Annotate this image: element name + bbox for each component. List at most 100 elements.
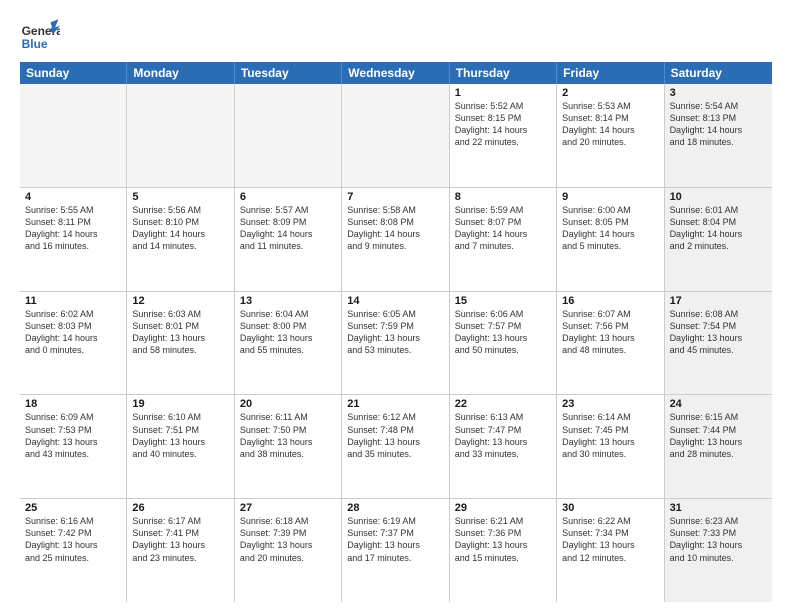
day-number: 13: [240, 295, 336, 307]
calendar-day-7: 7Sunrise: 5:58 AM Sunset: 8:08 PM Daylig…: [342, 188, 449, 291]
day-info: Sunrise: 5:58 AM Sunset: 8:08 PM Dayligh…: [347, 204, 443, 253]
calendar-day-27: 27Sunrise: 6:18 AM Sunset: 7:39 PM Dayli…: [235, 499, 342, 602]
day-number: 10: [670, 191, 767, 203]
day-info: Sunrise: 6:19 AM Sunset: 7:37 PM Dayligh…: [347, 515, 443, 564]
day-number: 11: [25, 295, 121, 307]
calendar-day-13: 13Sunrise: 6:04 AM Sunset: 8:00 PM Dayli…: [235, 292, 342, 395]
header-cell-thursday: Thursday: [450, 62, 557, 84]
logo-icon: General Blue: [20, 16, 60, 56]
day-info: Sunrise: 6:17 AM Sunset: 7:41 PM Dayligh…: [132, 515, 228, 564]
day-number: 26: [132, 502, 228, 514]
day-number: 16: [562, 295, 658, 307]
day-number: 25: [25, 502, 121, 514]
day-number: 4: [25, 191, 121, 203]
day-info: Sunrise: 6:22 AM Sunset: 7:34 PM Dayligh…: [562, 515, 658, 564]
day-number: 8: [455, 191, 551, 203]
day-number: 17: [670, 295, 767, 307]
day-info: Sunrise: 6:23 AM Sunset: 7:33 PM Dayligh…: [670, 515, 767, 564]
calendar-day-31: 31Sunrise: 6:23 AM Sunset: 7:33 PM Dayli…: [665, 499, 772, 602]
calendar-day-21: 21Sunrise: 6:12 AM Sunset: 7:48 PM Dayli…: [342, 395, 449, 498]
calendar-day-10: 10Sunrise: 6:01 AM Sunset: 8:04 PM Dayli…: [665, 188, 772, 291]
day-info: Sunrise: 6:01 AM Sunset: 8:04 PM Dayligh…: [670, 204, 767, 253]
day-info: Sunrise: 6:04 AM Sunset: 8:00 PM Dayligh…: [240, 308, 336, 357]
header-cell-wednesday: Wednesday: [342, 62, 449, 84]
calendar-day-2: 2Sunrise: 5:53 AM Sunset: 8:14 PM Daylig…: [557, 84, 664, 187]
day-info: Sunrise: 6:10 AM Sunset: 7:51 PM Dayligh…: [132, 411, 228, 460]
calendar-body: 1Sunrise: 5:52 AM Sunset: 8:15 PM Daylig…: [20, 84, 772, 602]
day-info: Sunrise: 6:09 AM Sunset: 7:53 PM Dayligh…: [25, 411, 121, 460]
calendar-day-empty-0-1: [127, 84, 234, 187]
day-number: 22: [455, 398, 551, 410]
calendar-day-11: 11Sunrise: 6:02 AM Sunset: 8:03 PM Dayli…: [20, 292, 127, 395]
calendar-week-3: 18Sunrise: 6:09 AM Sunset: 7:53 PM Dayli…: [20, 395, 772, 499]
day-info: Sunrise: 6:11 AM Sunset: 7:50 PM Dayligh…: [240, 411, 336, 460]
day-info: Sunrise: 5:52 AM Sunset: 8:15 PM Dayligh…: [455, 100, 551, 149]
calendar-day-empty-0-3: [342, 84, 449, 187]
calendar-week-0: 1Sunrise: 5:52 AM Sunset: 8:15 PM Daylig…: [20, 84, 772, 188]
calendar-day-15: 15Sunrise: 6:06 AM Sunset: 7:57 PM Dayli…: [450, 292, 557, 395]
calendar-day-empty-0-2: [235, 84, 342, 187]
day-info: Sunrise: 5:59 AM Sunset: 8:07 PM Dayligh…: [455, 204, 551, 253]
day-number: 28: [347, 502, 443, 514]
day-number: 31: [670, 502, 767, 514]
day-info: Sunrise: 6:05 AM Sunset: 7:59 PM Dayligh…: [347, 308, 443, 357]
day-info: Sunrise: 6:00 AM Sunset: 8:05 PM Dayligh…: [562, 204, 658, 253]
day-info: Sunrise: 6:06 AM Sunset: 7:57 PM Dayligh…: [455, 308, 551, 357]
logo: General Blue: [20, 16, 64, 56]
day-info: Sunrise: 6:18 AM Sunset: 7:39 PM Dayligh…: [240, 515, 336, 564]
day-info: Sunrise: 6:08 AM Sunset: 7:54 PM Dayligh…: [670, 308, 767, 357]
calendar-header: SundayMondayTuesdayWednesdayThursdayFrid…: [20, 62, 772, 84]
day-info: Sunrise: 5:55 AM Sunset: 8:11 PM Dayligh…: [25, 204, 121, 253]
day-info: Sunrise: 6:07 AM Sunset: 7:56 PM Dayligh…: [562, 308, 658, 357]
day-number: 12: [132, 295, 228, 307]
header-cell-monday: Monday: [127, 62, 234, 84]
calendar-day-19: 19Sunrise: 6:10 AM Sunset: 7:51 PM Dayli…: [127, 395, 234, 498]
day-number: 19: [132, 398, 228, 410]
calendar-day-28: 28Sunrise: 6:19 AM Sunset: 7:37 PM Dayli…: [342, 499, 449, 602]
header-cell-saturday: Saturday: [665, 62, 772, 84]
day-info: Sunrise: 6:21 AM Sunset: 7:36 PM Dayligh…: [455, 515, 551, 564]
calendar-day-1: 1Sunrise: 5:52 AM Sunset: 8:15 PM Daylig…: [450, 84, 557, 187]
calendar-day-23: 23Sunrise: 6:14 AM Sunset: 7:45 PM Dayli…: [557, 395, 664, 498]
calendar-day-30: 30Sunrise: 6:22 AM Sunset: 7:34 PM Dayli…: [557, 499, 664, 602]
day-number: 23: [562, 398, 658, 410]
calendar-day-24: 24Sunrise: 6:15 AM Sunset: 7:44 PM Dayli…: [665, 395, 772, 498]
calendar-day-17: 17Sunrise: 6:08 AM Sunset: 7:54 PM Dayli…: [665, 292, 772, 395]
day-number: 20: [240, 398, 336, 410]
day-number: 7: [347, 191, 443, 203]
calendar-day-14: 14Sunrise: 6:05 AM Sunset: 7:59 PM Dayli…: [342, 292, 449, 395]
page: General Blue SundayMondayTuesdayWednesda…: [0, 0, 792, 612]
day-number: 14: [347, 295, 443, 307]
day-info: Sunrise: 5:57 AM Sunset: 8:09 PM Dayligh…: [240, 204, 336, 253]
day-info: Sunrise: 5:53 AM Sunset: 8:14 PM Dayligh…: [562, 100, 658, 149]
calendar-day-8: 8Sunrise: 5:59 AM Sunset: 8:07 PM Daylig…: [450, 188, 557, 291]
day-info: Sunrise: 6:12 AM Sunset: 7:48 PM Dayligh…: [347, 411, 443, 460]
header: General Blue: [20, 16, 772, 56]
calendar-day-18: 18Sunrise: 6:09 AM Sunset: 7:53 PM Dayli…: [20, 395, 127, 498]
header-cell-tuesday: Tuesday: [235, 62, 342, 84]
calendar-day-12: 12Sunrise: 6:03 AM Sunset: 8:01 PM Dayli…: [127, 292, 234, 395]
day-number: 24: [670, 398, 767, 410]
day-number: 29: [455, 502, 551, 514]
calendar-day-29: 29Sunrise: 6:21 AM Sunset: 7:36 PM Dayli…: [450, 499, 557, 602]
day-number: 5: [132, 191, 228, 203]
day-number: 15: [455, 295, 551, 307]
calendar-day-22: 22Sunrise: 6:13 AM Sunset: 7:47 PM Dayli…: [450, 395, 557, 498]
day-info: Sunrise: 6:16 AM Sunset: 7:42 PM Dayligh…: [25, 515, 121, 564]
calendar-day-empty-0-0: [20, 84, 127, 187]
calendar-week-2: 11Sunrise: 6:02 AM Sunset: 8:03 PM Dayli…: [20, 292, 772, 396]
day-number: 30: [562, 502, 658, 514]
calendar-week-1: 4Sunrise: 5:55 AM Sunset: 8:11 PM Daylig…: [20, 188, 772, 292]
day-number: 21: [347, 398, 443, 410]
day-number: 6: [240, 191, 336, 203]
calendar-day-26: 26Sunrise: 6:17 AM Sunset: 7:41 PM Dayli…: [127, 499, 234, 602]
calendar-day-4: 4Sunrise: 5:55 AM Sunset: 8:11 PM Daylig…: [20, 188, 127, 291]
day-info: Sunrise: 6:02 AM Sunset: 8:03 PM Dayligh…: [25, 308, 121, 357]
day-number: 1: [455, 87, 551, 99]
calendar-day-6: 6Sunrise: 5:57 AM Sunset: 8:09 PM Daylig…: [235, 188, 342, 291]
header-cell-sunday: Sunday: [20, 62, 127, 84]
header-cell-friday: Friday: [557, 62, 664, 84]
day-number: 18: [25, 398, 121, 410]
day-info: Sunrise: 5:54 AM Sunset: 8:13 PM Dayligh…: [670, 100, 767, 149]
calendar-day-9: 9Sunrise: 6:00 AM Sunset: 8:05 PM Daylig…: [557, 188, 664, 291]
